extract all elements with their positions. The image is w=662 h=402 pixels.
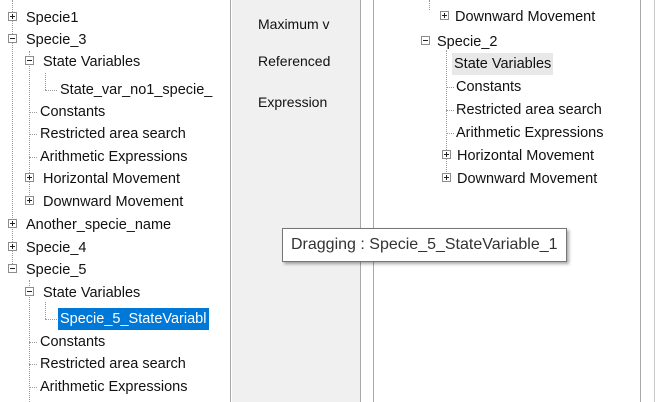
right-panel-edge [640, 0, 641, 402]
node-label: Specie_5 [26, 262, 87, 278]
node-label: Specie_5_StateVariabl [58, 308, 210, 330]
node-label: Specie_3 [26, 32, 87, 48]
node-label: Specie_2 [437, 34, 498, 50]
expand-icon[interactable] [440, 11, 449, 20]
node-label: State Variables [452, 53, 554, 75]
expression-label: Expression [258, 94, 328, 110]
expand-icon[interactable] [8, 12, 17, 21]
expand-icon[interactable] [25, 173, 34, 182]
expand-icon[interactable] [8, 219, 17, 228]
collapse-icon[interactable] [421, 36, 430, 45]
node-label: Another_specie_name [26, 217, 172, 233]
node-label: Downward Movement [457, 171, 598, 187]
expand-icon[interactable] [442, 150, 451, 159]
node-label: Arithmetic Expressions [40, 379, 188, 395]
node-label: State_var_no1_specie_ [60, 82, 213, 98]
collapse-icon[interactable] [8, 264, 17, 273]
node-label: Downward Movement [43, 194, 184, 210]
window-edge [654, 0, 655, 402]
node-label: Horizontal Movement [457, 148, 594, 164]
node-label: Restricted area search [456, 102, 602, 118]
node-label: Constants [40, 104, 106, 120]
node-label: Horizontal Movement [43, 171, 180, 187]
collapse-icon[interactable] [25, 56, 34, 65]
expand-icon[interactable] [442, 173, 451, 182]
node-label: State Variables [43, 285, 141, 301]
collapse-icon[interactable] [8, 34, 17, 43]
referenced-label: Referenced [258, 53, 331, 69]
node-label: Restricted area search [40, 126, 186, 142]
properties-panel: Maximum v Referenced Expression [232, 0, 360, 402]
node-label: Arithmetic Expressions [40, 149, 188, 165]
node-label: Specie1 [26, 10, 79, 26]
node-label: Constants [40, 334, 106, 350]
node-label: Arithmetic Expressions [456, 125, 604, 141]
node-label: State Variables [43, 54, 141, 70]
node-label: Downward Movement [455, 9, 596, 25]
splitter-middle[interactable] [360, 0, 361, 402]
drag-tooltip: Dragging : Specie_5_StateVariable_1 [282, 228, 567, 262]
collapse-icon[interactable] [25, 287, 34, 296]
splitter-left[interactable] [230, 0, 231, 402]
left-tree-panel[interactable]: Specie1 Specie_3 State Variables State_v… [0, 0, 230, 402]
right-tree-panel[interactable]: Downward Movement Specie_2 State Variabl… [374, 0, 640, 402]
node-label: Restricted area search [40, 356, 186, 372]
maximum-value-label: Maximum v [258, 16, 330, 32]
node-label: Specie_4 [26, 240, 87, 256]
node-label: Constants [456, 79, 522, 95]
expand-icon[interactable] [25, 196, 34, 205]
expand-icon[interactable] [8, 242, 17, 251]
